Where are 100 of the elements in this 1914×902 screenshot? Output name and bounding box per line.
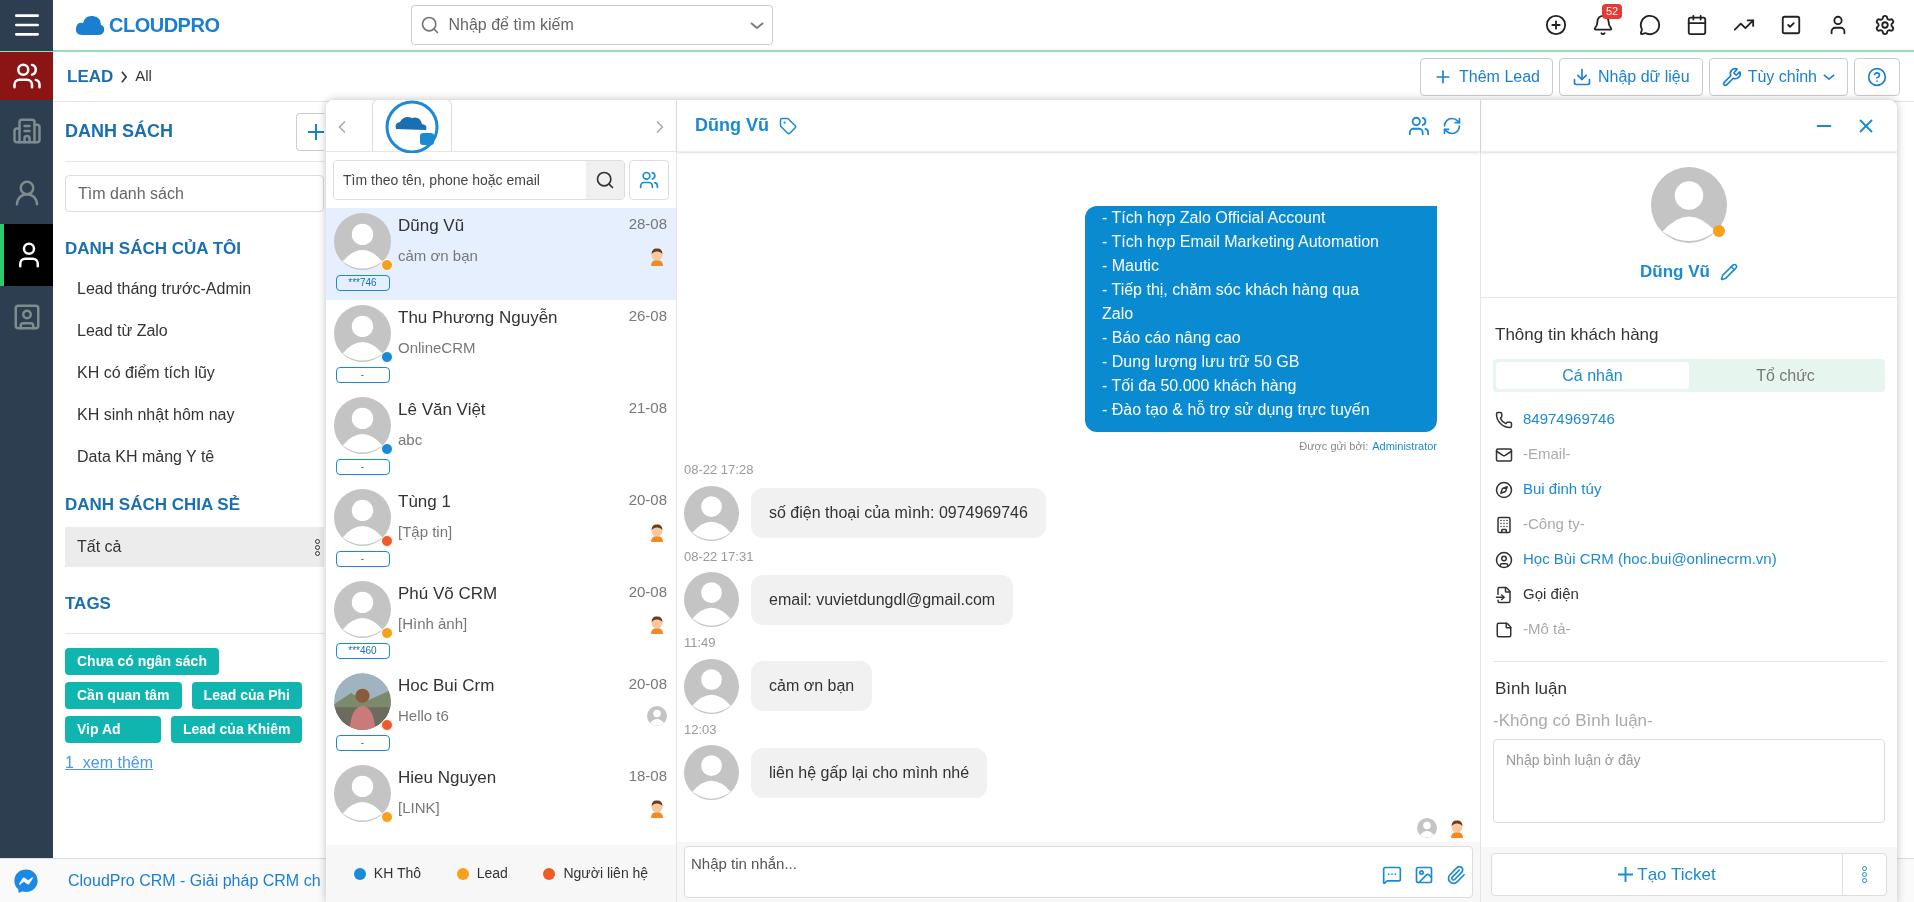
contact-search-box[interactable]: Tìm theo tên, phone hoặc email [333, 160, 625, 200]
messenger-icon[interactable] [14, 868, 38, 893]
phone-badge: - [335, 367, 390, 383]
wrench-icon [1721, 66, 1742, 87]
bell-icon[interactable] [1592, 14, 1614, 36]
tag[interactable]: Chưa có ngân sách [65, 647, 219, 675]
tag[interactable]: Lead của Phi [191, 681, 302, 709]
message-box[interactable]: Nhập tin nhắn... [684, 846, 1473, 898]
comment-field[interactable]: Nhập bình luận ở đây [1493, 739, 1885, 823]
avatar-icon [684, 658, 739, 714]
field-value: -Email- [1523, 444, 1571, 465]
avatar-icon [334, 489, 391, 546]
footer-text: CloudPro CRM - Giải pháp CRM ch [68, 870, 321, 891]
contact-name: Hoc Bui Crm [398, 675, 495, 697]
contact-name: Thu Phương Nguyễn [398, 307, 558, 329]
conversation-date: 20-08 [628, 490, 667, 510]
help-button[interactable] [1854, 57, 1900, 96]
image-icon[interactable] [1414, 865, 1434, 885]
incoming-message: liên hệ gấp lại cho mình nhé [751, 747, 988, 798]
contact-name: Lê Văn Việt [398, 399, 486, 421]
section-title: Bình luận [1495, 678, 1568, 700]
chat-bubble-icon[interactable] [1382, 865, 1402, 885]
tag-icon[interactable] [779, 116, 797, 135]
tag[interactable]: Lead của Khiêm [171, 715, 303, 743]
action-button[interactable]: Thêm Lead [1420, 57, 1553, 96]
message-preview: Hello t6 [398, 705, 449, 726]
list-item[interactable]: Data KH mảng Y tê [65, 435, 324, 478]
phone-badge: - [335, 551, 390, 567]
sent-by-label: Được gửi bởi: [1299, 438, 1369, 454]
contact-name: Tùng 1 [398, 491, 451, 513]
action-button[interactable]: Nhập dữ liệu [1558, 57, 1703, 96]
menu-button[interactable] [0, 0, 53, 51]
edit-icon[interactable] [1719, 262, 1738, 281]
list-search-field[interactable]: Tìm danh sách [65, 175, 324, 212]
sender-link[interactable]: Administrator [1372, 437, 1437, 454]
chat-icon[interactable] [1639, 14, 1661, 36]
calendar-icon[interactable] [1686, 14, 1708, 36]
message-line: - Tiếp thị, chăm sóc khách hàng qua [1102, 279, 1361, 300]
chat-title: Dũng Vũ [695, 114, 769, 137]
avatar-icon [334, 305, 391, 362]
conversation-item[interactable]: ***746 Dũng Vũ 28-08 cảm ơn bạn [326, 208, 676, 300]
avatar-icon [334, 581, 391, 638]
contact-search-field[interactable]: Tìm theo tên, phone hoặc email [334, 161, 586, 199]
plus-icon [308, 123, 324, 140]
group-button[interactable] [629, 160, 669, 200]
tab[interactable]: Cá nhân [1496, 362, 1689, 389]
list-item[interactable]: Lead tháng trước-Admin [65, 267, 324, 310]
cloud-logo-icon [75, 13, 105, 37]
contact-name: Phú Võ CRM [398, 583, 498, 605]
message-line: Zalo [1102, 303, 1135, 324]
legend-label: Lead [476, 864, 508, 883]
more-link[interactable]: 1 xem thêm [65, 750, 324, 775]
contact-name: Dũng Vũ [398, 215, 465, 237]
avatar-icon [684, 745, 739, 800]
search-icon[interactable] [595, 170, 615, 190]
settings-icon[interactable] [1874, 14, 1896, 36]
task-icon[interactable] [1780, 14, 1802, 36]
message-line: - Tích hợp Zalo Official Account [1102, 207, 1327, 228]
message-field[interactable]: Nhập tin nhắn... [691, 853, 1382, 876]
message-line: - Dung lượng lưu trữ 50 GB [1102, 351, 1301, 372]
tag[interactable]: Cần quan tâm [65, 681, 182, 709]
users-icon[interactable] [1408, 114, 1430, 137]
phone-badge: ***746 [335, 275, 390, 291]
section-title: DANH SÁCH CHIA SẺ [65, 493, 242, 516]
chevron-down-icon [1823, 73, 1835, 80]
building-icon [11, 116, 42, 146]
message-time: 11:49 [684, 634, 717, 652]
users-icon [639, 170, 659, 190]
file-input-icon [1495, 585, 1513, 604]
field-value: -Mô tả- [1523, 619, 1571, 640]
refresh-icon[interactable] [1442, 115, 1462, 136]
list-item[interactable]: Lead từ Zalo [65, 309, 324, 352]
list-item[interactable]: Tất cả [65, 527, 324, 567]
plus-icon [1618, 867, 1634, 882]
building-icon [1495, 515, 1513, 534]
add-icon[interactable] [1545, 14, 1567, 36]
search-field[interactable]: Nhập để tìm kiếm [448, 6, 743, 44]
field-value[interactable]: 84974969746 [1523, 408, 1615, 431]
logo-text: CLOUDPRO [109, 13, 220, 38]
list-item[interactable]: KH sinh nhật hôm nay [65, 393, 324, 436]
chevron-right-icon [121, 70, 128, 83]
list-item[interactable]: KH có điểm tích lũy [65, 351, 324, 394]
agent-avatar-icon [1417, 818, 1437, 838]
message-preview: [LINK] [398, 797, 440, 818]
paperclip-icon[interactable] [1446, 865, 1466, 885]
add-list-button[interactable] [296, 112, 324, 151]
message-line: - Mautic [1102, 255, 1160, 276]
legend-label: Người liên hệ [563, 864, 649, 883]
tag[interactable]: Vip Ad [65, 715, 161, 743]
chevron-down-icon [750, 21, 765, 29]
field-value[interactable]: Bui đinh túy [1523, 478, 1602, 501]
field-value[interactable]: Học Bùi CRM (hoc.bui@onlinecrm.vn) [1523, 548, 1777, 571]
module-link[interactable]: LEAD [67, 63, 114, 90]
mail-icon [1495, 445, 1513, 464]
action-button[interactable]: Tùy chỉnh [1708, 57, 1848, 96]
tab[interactable]: Tổ chức [1689, 362, 1882, 389]
help-icon [1867, 66, 1887, 87]
conversation-date: 20-08 [628, 582, 667, 602]
search-box[interactable]: Nhập để tìm kiếm [411, 5, 774, 45]
module-button[interactable] [0, 52, 53, 100]
